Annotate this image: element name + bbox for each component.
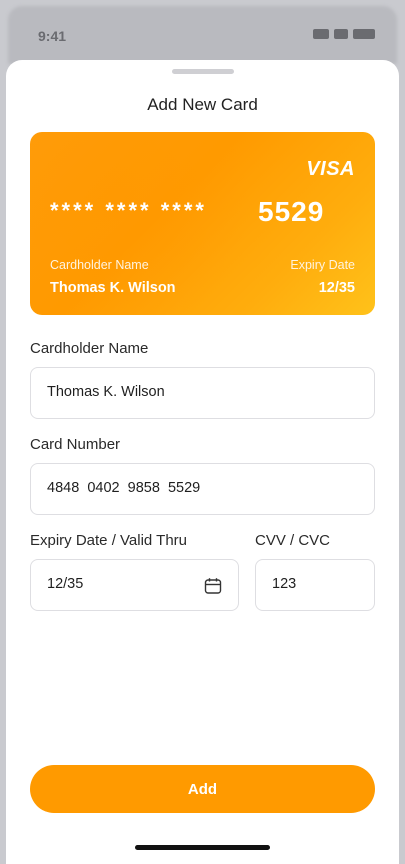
signal-icon [313,29,329,39]
card-masked-digits: **** **** **** [50,198,207,223]
card-brand-logo: VISA [306,158,355,180]
cvv-value: 123 [272,576,297,592]
cardholder-label: Cardholder Name [30,340,149,357]
status-icons [313,29,375,39]
home-indicator [135,845,270,850]
wifi-icon [334,29,348,39]
card-expiry-label: Expiry Date [290,258,355,272]
sheet-grabber[interactable] [172,69,234,74]
cardholder-field[interactable]: Thomas K. Wilson [30,367,375,419]
expiry-field[interactable]: 12/35 [30,559,239,611]
battery-icon [353,29,375,39]
card-number-label: Card Number [30,436,121,453]
add-card-button[interactable]: Add [30,765,375,813]
card-expiry-value: 12/35 [318,280,355,296]
status-time: 9:41 [38,28,67,44]
calendar-icon[interactable] [204,577,222,595]
cardholder-value: Thomas K. Wilson [47,384,165,400]
card-number-field[interactable]: 4848 0402 9858 5529 [30,463,375,515]
card-last4: 5529 [258,196,325,227]
expiry-label: Expiry Date / Valid Thru [30,532,188,549]
card-holder-label: Cardholder Name [50,258,149,272]
cvv-label: CVV / CVC [255,532,331,549]
card-preview: VISA **** **** **** 5529 Cardholder Name… [30,132,375,315]
card-number-value: 4848 0402 9858 5529 [47,480,201,496]
sheet-title: Add New Card [147,95,258,114]
expiry-value: 12/35 [47,576,84,592]
add-card-sheet: Add New Card VISA **** **** **** 5529 Ca… [6,60,399,864]
card-holder-value: Thomas K. Wilson [50,280,176,296]
cvv-field[interactable]: 123 [255,559,375,611]
